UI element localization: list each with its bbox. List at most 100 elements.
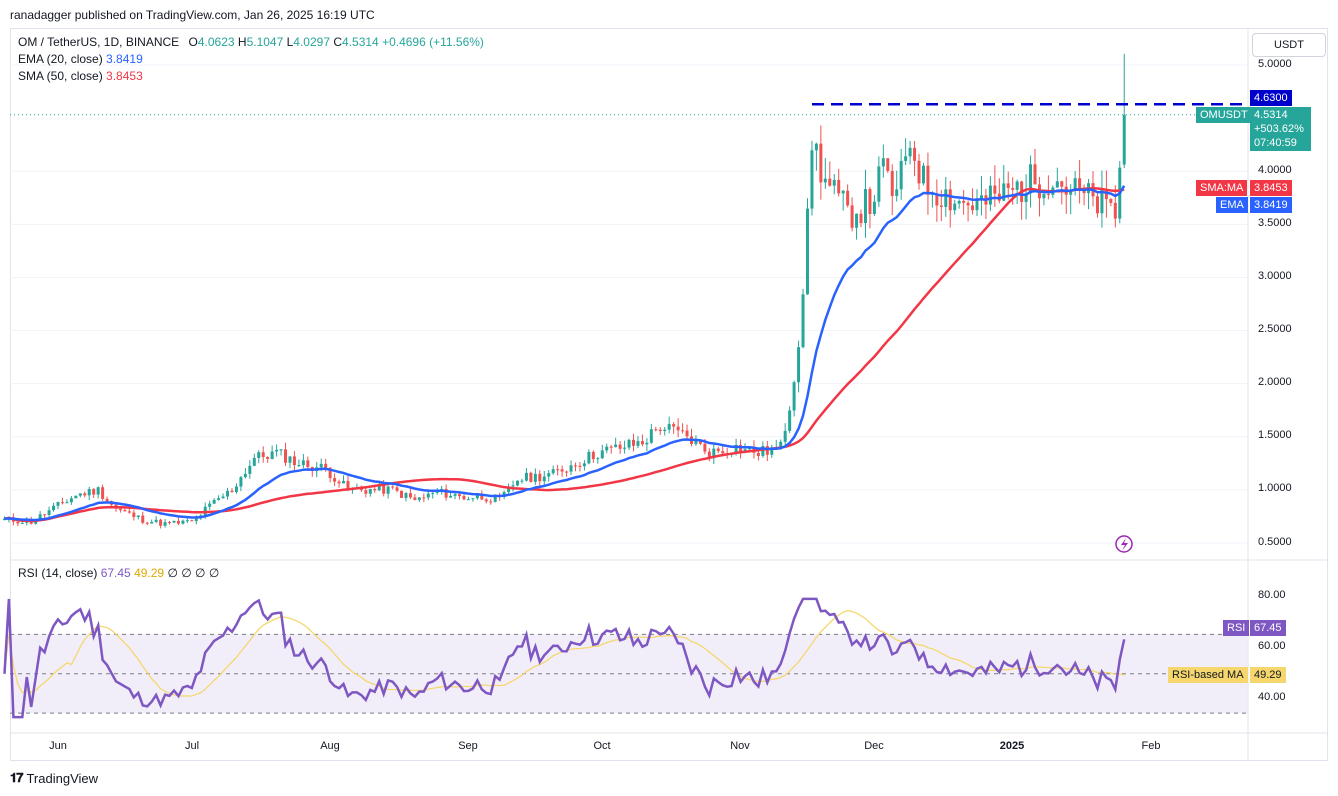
candle-body [1055,181,1059,188]
last-price-box: 4.5314 +503.62% 07:40:59 [1250,107,1311,151]
rsi-legend[interactable]: RSI (14, close) 67.45 49.29 ∅ ∅ ∅ ∅ [18,566,219,580]
candle-body [667,424,671,430]
candle-body [118,508,122,511]
x-tick: 2025 [999,740,1025,752]
candle-body [609,446,613,448]
candle-body [872,201,876,214]
candle-body [105,498,109,502]
candle-body [899,160,903,190]
currency-selector[interactable]: USDT [1252,33,1326,57]
y-tick: 2.5000 [1258,323,1292,335]
candle-body [69,498,73,503]
candle-body [551,469,555,474]
y-tick: 5.0000 [1258,58,1292,70]
candle-body [475,495,479,499]
candle-body [458,494,462,497]
candle-body [1113,202,1117,219]
candle-body [846,190,850,206]
symbol-name[interactable]: OM / TetherUS, 1D, BINANCE [18,35,179,49]
candle-body [324,463,328,468]
candle-body [364,490,368,494]
candle-body [939,205,943,207]
rsi-ma-value: 49.29 [134,566,165,580]
candle-body [814,143,818,151]
candle-body [721,451,725,454]
candle-body [257,452,261,458]
candle-body [132,512,136,518]
candle-body [471,498,475,500]
open-label: O [188,35,198,49]
candle-body [284,449,288,463]
candle-body [631,439,635,446]
y-tick: 1.0000 [1258,482,1292,494]
x-tick: Jul [184,740,200,752]
candle-body [431,492,435,494]
candle-body [279,449,283,451]
candle-body [917,160,921,184]
candle-body [979,195,983,199]
candle-body [221,496,225,499]
candle-body [524,472,528,481]
ema-legend[interactable]: EMA (20, close) 3.8419 [18,52,143,66]
sma-50-line [4,187,1125,523]
candle-body [60,502,64,504]
sma-legend[interactable]: SMA (50, close) 3.8453 [18,69,143,83]
candle-body [908,147,912,157]
x-tick: Jun [49,740,67,752]
brand[interactable]: 𝟏𝟕 TradingView [10,770,98,786]
rsi-value: 67.45 [100,566,131,580]
candle-body [16,521,20,524]
candle-body [297,465,301,467]
candle-body [1073,178,1077,190]
candle-body [1060,181,1064,187]
candle-body [395,487,399,491]
y-tick: 3.5000 [1258,217,1292,229]
candle-body [484,499,488,502]
candle-body [895,189,899,196]
candle-body [618,444,622,449]
candle-body [150,521,154,524]
candle-body [52,505,56,511]
candle-body [587,451,591,464]
candle-body [823,178,827,183]
candle-body [921,165,925,184]
candle-body [306,460,310,467]
candle-body [136,515,140,518]
x-tick: Aug [320,740,340,752]
sma-tag-value: 3.8453 [1250,180,1292,196]
candle-body [855,213,859,228]
candle-body [87,489,91,496]
rsi-tag-label: RSI [1223,620,1250,636]
close-label: C [333,35,343,49]
ema-tag-value: 3.8419 [1250,197,1292,213]
candle-body [400,490,404,498]
candle-body [92,489,96,495]
candle-body [96,487,100,495]
candle-body [828,178,832,186]
x-tick: Dec [864,740,884,752]
candle-body [542,476,546,482]
candle-body [1109,199,1113,203]
candle-body [270,451,274,459]
price-chart[interactable] [0,0,1338,796]
candle-body [805,208,809,295]
candle-body [600,450,604,459]
candle-body [591,451,595,460]
rsi-ma-tag-value: 49.29 [1250,667,1286,683]
candle-body [43,514,47,516]
open-value: 4.0623 [197,35,235,49]
candle-body [1042,194,1046,199]
candle-body [413,497,417,500]
candle-body [529,472,533,482]
candle-body [239,477,243,487]
close-value: 4.5314 [342,35,379,49]
candle-body [685,430,689,437]
candle-body [217,498,221,500]
candle-body [1046,194,1050,196]
y-tick: 1.5000 [1258,429,1292,441]
candle-body [569,465,573,472]
candle-body [333,478,337,482]
candle-body [654,429,658,431]
candle-body [783,430,787,442]
candle-body [797,347,801,383]
